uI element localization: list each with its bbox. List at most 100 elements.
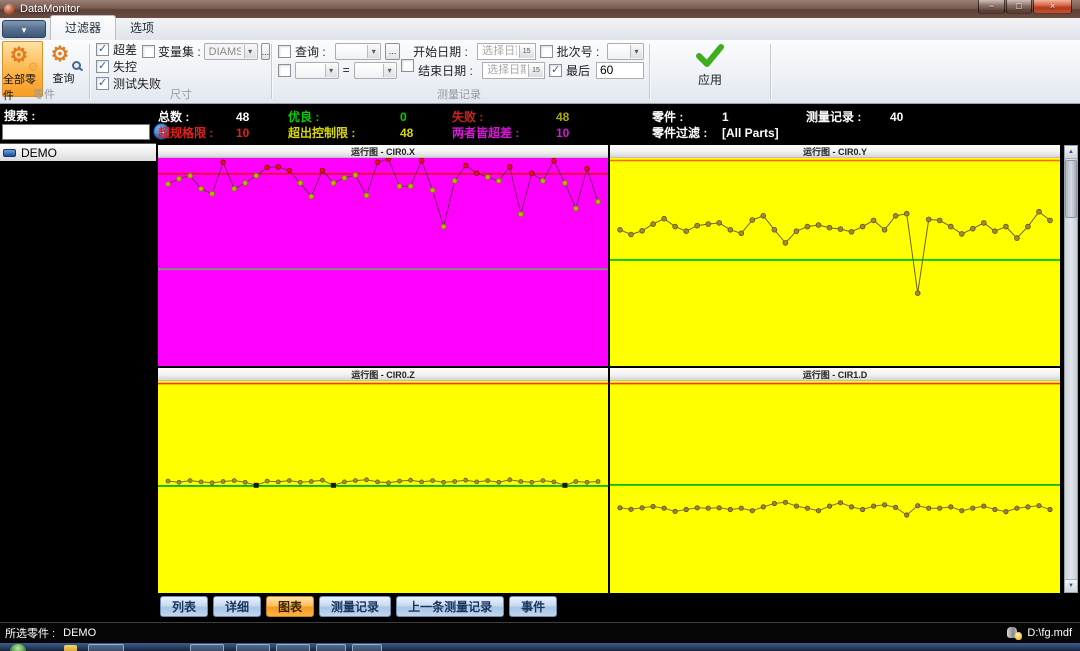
taskbar-app-button[interactable] (88, 644, 124, 651)
taskbar-app-button[interactable] (276, 644, 310, 651)
out-of-control-count: 48 (400, 126, 413, 140)
chart-area: 运行图 - CIR0.X 运行图 - CIR0.Y 运行图 - CIR0.Z 运… (158, 143, 1060, 622)
run-chart-cir1d[interactable]: 运行图 - CIR1.D (610, 368, 1060, 593)
ribbon-tab-row: 过滤器 选项 (0, 18, 1080, 40)
dropdown-arrow-icon (383, 64, 395, 77)
checkbox-batch[interactable] (540, 45, 553, 58)
app-window: DataMonitor − □ × 过滤器 选项 ⚙⚙ 全部零件 ⚙ (0, 0, 1080, 651)
run-chart-cir0x[interactable]: 运行图 - CIR0.X (158, 145, 608, 366)
application-menu-button[interactable] (2, 20, 46, 38)
chart-scrollbar[interactable]: ▲ ▼ (1064, 145, 1078, 593)
tab-options[interactable]: 选项 (116, 16, 168, 40)
group-label-records: 测量记录 (274, 86, 644, 102)
query-more-button[interactable]: ... (385, 43, 400, 60)
parts-sidebar: DEMO (0, 143, 156, 622)
apply-check-icon (696, 44, 724, 68)
run-chart-cir0y[interactable]: 运行图 - CIR0.Y (610, 145, 1060, 366)
tab-filter[interactable]: 过滤器 (50, 15, 116, 40)
maximize-button[interactable]: □ (1006, 0, 1032, 14)
view-list-button[interactable]: 列表 (160, 596, 208, 617)
variable-set-select[interactable]: DIAMS (204, 43, 258, 60)
taskbar-app-button[interactable] (352, 644, 382, 651)
condition-left-select[interactable] (295, 62, 339, 79)
database-file-path: D:\fg.mdf (1027, 627, 1072, 639)
caption-buttons: − □ × (977, 0, 1072, 14)
view-detail-button[interactable]: 详细 (213, 596, 261, 617)
dropdown-arrow-icon (244, 45, 256, 58)
view-measurement-records-button[interactable]: 测量记录 (319, 596, 391, 617)
app-icon (4, 4, 15, 15)
checkbox-condition[interactable] (278, 64, 291, 77)
failed-count: 48 (556, 110, 569, 124)
search-input[interactable] (2, 124, 150, 140)
total-count: 48 (236, 110, 249, 124)
database-icon (1007, 627, 1022, 640)
chart-plot (610, 158, 1060, 366)
windows-taskbar[interactable] (0, 643, 1080, 651)
scroll-down-icon[interactable]: ▼ (1065, 579, 1077, 592)
view-chart-button[interactable]: 图表 (266, 596, 314, 617)
chart-plot (610, 381, 1060, 593)
group-separator (89, 44, 90, 99)
chart-title: 运行图 - CIR0.Y (610, 145, 1060, 158)
ribbon-group-dimension: 超差 失控 测试失败 变量集 : DIAMS ... (92, 40, 270, 103)
selected-part-value: DEMO (63, 627, 96, 639)
stat-total-column: 总数 :48 超规格限 :10 (158, 108, 249, 140)
checkbox-variable-set[interactable] (142, 45, 155, 58)
run-chart-cir0z[interactable]: 运行图 - CIR0.Z (158, 368, 608, 593)
checkbox-out-of-tolerance[interactable] (96, 43, 109, 56)
measurement-record-count: 40 (890, 110, 903, 124)
dropdown-arrow-icon (325, 64, 337, 77)
end-date-input[interactable]: 15 (482, 62, 545, 79)
checkbox-date-range[interactable] (401, 59, 414, 72)
taskbar-app-button[interactable] (236, 644, 270, 651)
selected-part-label: 所选零件 : (5, 625, 55, 641)
stat-part-column: 零件 :1 零件过滤 :[All Parts] (652, 108, 779, 140)
sidebar-item-demo[interactable]: DEMO (0, 144, 156, 161)
condition-right-select[interactable] (354, 62, 398, 79)
start-button[interactable] (10, 644, 26, 651)
taskbar-app-button[interactable] (316, 644, 346, 651)
chart-title: 运行图 - CIR1.D (610, 368, 1060, 381)
scrollbar-thumb[interactable] (1065, 160, 1077, 218)
dropdown-arrow-icon (367, 45, 379, 58)
chart-title: 运行图 - CIR0.Z (158, 368, 608, 381)
scroll-up-icon[interactable]: ▲ (1065, 146, 1077, 159)
variable-set-more-button[interactable]: ... (261, 43, 271, 60)
view-button-row: 列表 详细 图表 测量记录 上一条测量记录 事件 (158, 593, 1060, 620)
gear-search-icon: ⚙ (51, 44, 77, 70)
status-bar: 所选零件 : DEMO D:\fg.mdf (0, 622, 1080, 643)
checkbox-query[interactable] (278, 45, 291, 58)
group-separator (649, 44, 650, 99)
stat-good-column: 优良 :0 超出控制限 :48 (288, 108, 413, 140)
view-events-button[interactable]: 事件 (509, 596, 557, 617)
apply-button[interactable]: 应用 (652, 40, 768, 103)
query-select[interactable] (335, 43, 381, 60)
both-exceeded-count: 10 (556, 126, 569, 140)
gears-icon: ⚙⚙ (10, 45, 36, 71)
group-separator (770, 44, 771, 99)
ribbon-group-records: 查询 : ... 开始日期 : 15 批次号 : (274, 40, 644, 103)
group-separator (271, 44, 272, 99)
out-of-spec-count: 10 (236, 126, 249, 140)
checkbox-last-n[interactable] (549, 64, 562, 77)
chevron-down-icon (22, 20, 27, 38)
start-date-input[interactable]: 15 (477, 43, 536, 60)
last-n-input[interactable] (596, 62, 644, 79)
view-previous-record-button[interactable]: 上一条测量记录 (396, 596, 504, 617)
stat-records-column: 测量记录 :40 (806, 108, 903, 124)
taskbar-app-button[interactable] (190, 644, 224, 651)
close-button[interactable]: × (1033, 0, 1072, 14)
part-filter-value: [All Parts] (722, 126, 779, 140)
dropdown-arrow-icon (630, 45, 642, 58)
taskbar-folder-icon[interactable] (64, 645, 77, 651)
batch-select[interactable] (607, 43, 644, 60)
minimize-button[interactable]: − (978, 0, 1005, 14)
main-area: DEMO 运行图 - CIR0.X 运行图 - CIR0.Y 运行图 - CIR… (0, 143, 1080, 622)
ribbon: ⚙⚙ 全部零件 ⚙ 查询 零件 超差 失控 (0, 40, 1080, 104)
calendar-icon[interactable]: 15 (528, 64, 543, 77)
chart-plot (158, 158, 608, 366)
part-count: 1 (722, 110, 729, 124)
checkbox-out-of-control[interactable] (96, 60, 109, 73)
calendar-icon[interactable]: 15 (519, 45, 534, 58)
